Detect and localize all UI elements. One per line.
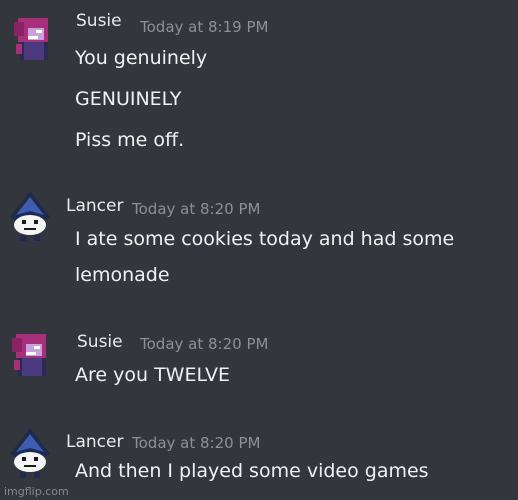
susie-avatar-icon[interactable] <box>6 8 62 64</box>
author-name[interactable]: Lancer <box>66 432 123 452</box>
lancer-avatar-icon[interactable] <box>2 187 58 243</box>
message-line: GENUINELY <box>75 88 182 110</box>
author-name[interactable]: Susie <box>77 332 123 352</box>
message-timestamp: Today at 8:20 PM <box>132 200 261 218</box>
message-line: And then I played some video games <box>75 460 429 482</box>
message-line: lemonade <box>75 264 170 286</box>
lancer-avatar-icon[interactable] <box>2 424 58 480</box>
susie-avatar-icon[interactable] <box>4 324 60 380</box>
message-timestamp: Today at 8:19 PM <box>140 18 269 36</box>
message-timestamp: Today at 8:20 PM <box>140 335 269 353</box>
message-line: You genuinely <box>75 47 208 69</box>
author-name[interactable]: Susie <box>76 11 122 31</box>
watermark: imgflip.com <box>4 485 69 498</box>
message-timestamp: Today at 8:20 PM <box>132 434 261 452</box>
message-line: I ate some cookies today and had some <box>75 228 455 250</box>
chat-messages: Susie Today at 8:19 PM You genuinely GEN… <box>0 0 518 500</box>
message-line: Piss me off. <box>75 129 185 151</box>
message-line: Are you TWELVE <box>75 364 230 386</box>
author-name[interactable]: Lancer <box>66 196 123 216</box>
